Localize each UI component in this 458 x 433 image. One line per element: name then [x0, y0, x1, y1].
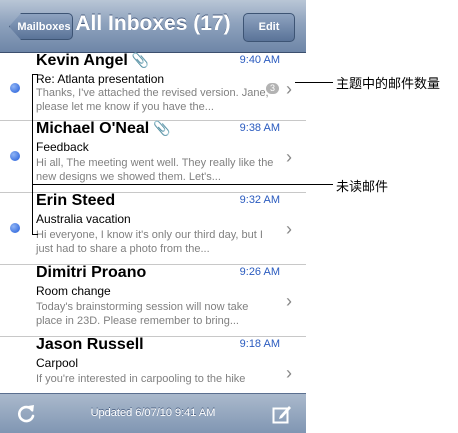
message-subject: Re: Atlanta presentation: [36, 72, 165, 86]
message-preview: Hi all, The meeting went well. They real…: [36, 157, 274, 183]
message-preview: Thanks, I've attached the revised versio…: [36, 87, 269, 113]
unread-indicator: [10, 83, 20, 93]
paperclip-icon: 📎: [153, 120, 171, 136]
thread-count-badge: 3: [265, 83, 279, 94]
navigation-bar: Mailboxes All Inboxes (17) Edit: [0, 0, 306, 53]
compose-icon[interactable]: [272, 404, 292, 424]
unread-bracket-tick: [32, 74, 38, 75]
message-subject: Feedback: [36, 140, 89, 154]
update-status: Updated 6/07/10 9:41 AM: [90, 407, 216, 419]
message-preview: Today's brainstorming session will now t…: [36, 301, 249, 327]
message-row[interactable]: Erin Steed 9:32 AM Australia vacation Hi…: [0, 192, 306, 265]
chevron-right-icon: ›: [286, 79, 292, 99]
message-row[interactable]: Kevin Angel 📎 9:40 AM Re: Atlanta present…: [0, 52, 306, 121]
message-subject: Carpool: [36, 356, 79, 370]
mail-app: Mailboxes All Inboxes (17) Edit Kevin An…: [0, 0, 306, 433]
chevron-right-icon: ›: [286, 291, 292, 311]
message-time: 9:18 AM: [239, 338, 280, 350]
message-time: 9:40 AM: [239, 54, 280, 66]
sender-name: Jason Russell: [36, 336, 144, 353]
paperclip-icon: 📎: [131, 52, 150, 68]
message-time: 9:26 AM: [239, 266, 280, 278]
sender-name: Erin Steed: [36, 192, 116, 209]
sender-name: Dimitri Proano: [36, 264, 147, 281]
message-time: 9:38 AM: [239, 122, 280, 134]
callout-line: [32, 184, 333, 185]
sender-name: Kevin Angel: [36, 52, 128, 69]
chevron-right-icon: ›: [286, 147, 292, 167]
message-row[interactable]: Michael O'Neal 📎 9:38 AM Feedback Hi all,…: [0, 120, 306, 193]
message-subject: Australia vacation: [36, 212, 131, 226]
chevron-right-icon: ›: [286, 363, 292, 383]
unread-bracket-line: [32, 74, 33, 235]
message-preview: Hi everyone, I know it's only our third …: [36, 229, 263, 255]
message-subject: Room change: [36, 284, 111, 298]
thread-count-label: 主题中的邮件数量: [336, 76, 441, 91]
message-time: 9:32 AM: [239, 194, 280, 206]
chevron-right-icon: ›: [286, 219, 292, 239]
bottom-toolbar: Updated 6/07/10 9:41 AM: [0, 393, 306, 433]
unread-indicator: [10, 223, 20, 233]
unread-indicator: [10, 151, 20, 161]
callout-line: [295, 82, 333, 83]
message-preview: If you're interested in carpooling to th…: [36, 373, 246, 385]
unread-bracket-tick: [32, 234, 38, 235]
sender-name: Michael O'Neal: [36, 120, 150, 137]
message-row[interactable]: Dimitri Proano 9:26 AM Room change Today…: [0, 264, 306, 337]
edit-button[interactable]: Edit: [243, 13, 295, 42]
unread-label: 未读邮件: [336, 179, 389, 194]
message-list: Kevin Angel 📎 9:40 AM Re: Atlanta present…: [0, 52, 306, 409]
